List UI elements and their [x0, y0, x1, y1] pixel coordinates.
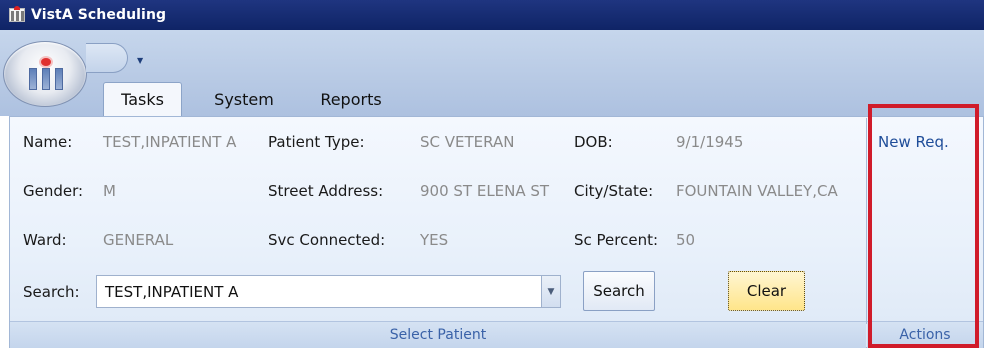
street-address-label: Street Address:: [268, 182, 384, 200]
dob-value: 9/1/1945: [676, 133, 744, 151]
svc-connected-label: Svc Connected:: [268, 231, 386, 249]
street-address-value: 900 ST ELENA ST: [420, 182, 550, 200]
search-input-value: TEST,INPATIENT A: [105, 282, 239, 301]
application-menu-button[interactable]: [3, 41, 87, 107]
patient-type-label: Patient Type:: [268, 133, 365, 151]
tab-reports[interactable]: Reports: [306, 82, 396, 116]
dob-label: DOB:: [574, 133, 613, 151]
select-patient-group-label: Select Patient: [10, 321, 866, 348]
name-value: TEST,INPATIENT A: [103, 133, 237, 151]
highlight-box: [868, 104, 979, 348]
chevron-down-icon: ▼: [547, 286, 555, 297]
city-state-value: FOUNTAIN VALLEY,CA: [676, 182, 838, 200]
ward-value: GENERAL: [103, 231, 174, 249]
clear-button[interactable]: Clear: [728, 271, 805, 311]
quick-access-toolbar[interactable]: [86, 43, 128, 73]
gender-label: Gender:: [23, 182, 84, 200]
ward-label: Ward:: [23, 231, 67, 249]
patient-search-combobox[interactable]: TEST,INPATIENT A: [96, 275, 542, 308]
city-state-label: City/State:: [574, 182, 654, 200]
combobox-dropdown-button[interactable]: ▼: [542, 275, 561, 308]
tab-system[interactable]: System: [206, 82, 282, 116]
sc-percent-value: 50: [676, 231, 696, 249]
sc-percent-label: Sc Percent:: [574, 231, 659, 249]
gender-value: M: [103, 182, 116, 200]
name-label: Name:: [23, 133, 73, 151]
app-icon: [8, 6, 26, 24]
quick-access-dropdown-icon[interactable]: ▼: [137, 56, 143, 65]
va-logo-icon: [26, 56, 66, 92]
title-bar: VistA Scheduling: [0, 0, 984, 30]
svc-connected-value: YES: [420, 231, 449, 249]
search-label: Search:: [23, 283, 80, 301]
patient-type-value: SC VETERAN: [420, 133, 515, 151]
window-title: VistA Scheduling: [31, 7, 167, 23]
group-divider: [866, 118, 867, 324]
search-button[interactable]: Search: [583, 271, 655, 311]
tab-tasks[interactable]: Tasks: [103, 82, 182, 116]
